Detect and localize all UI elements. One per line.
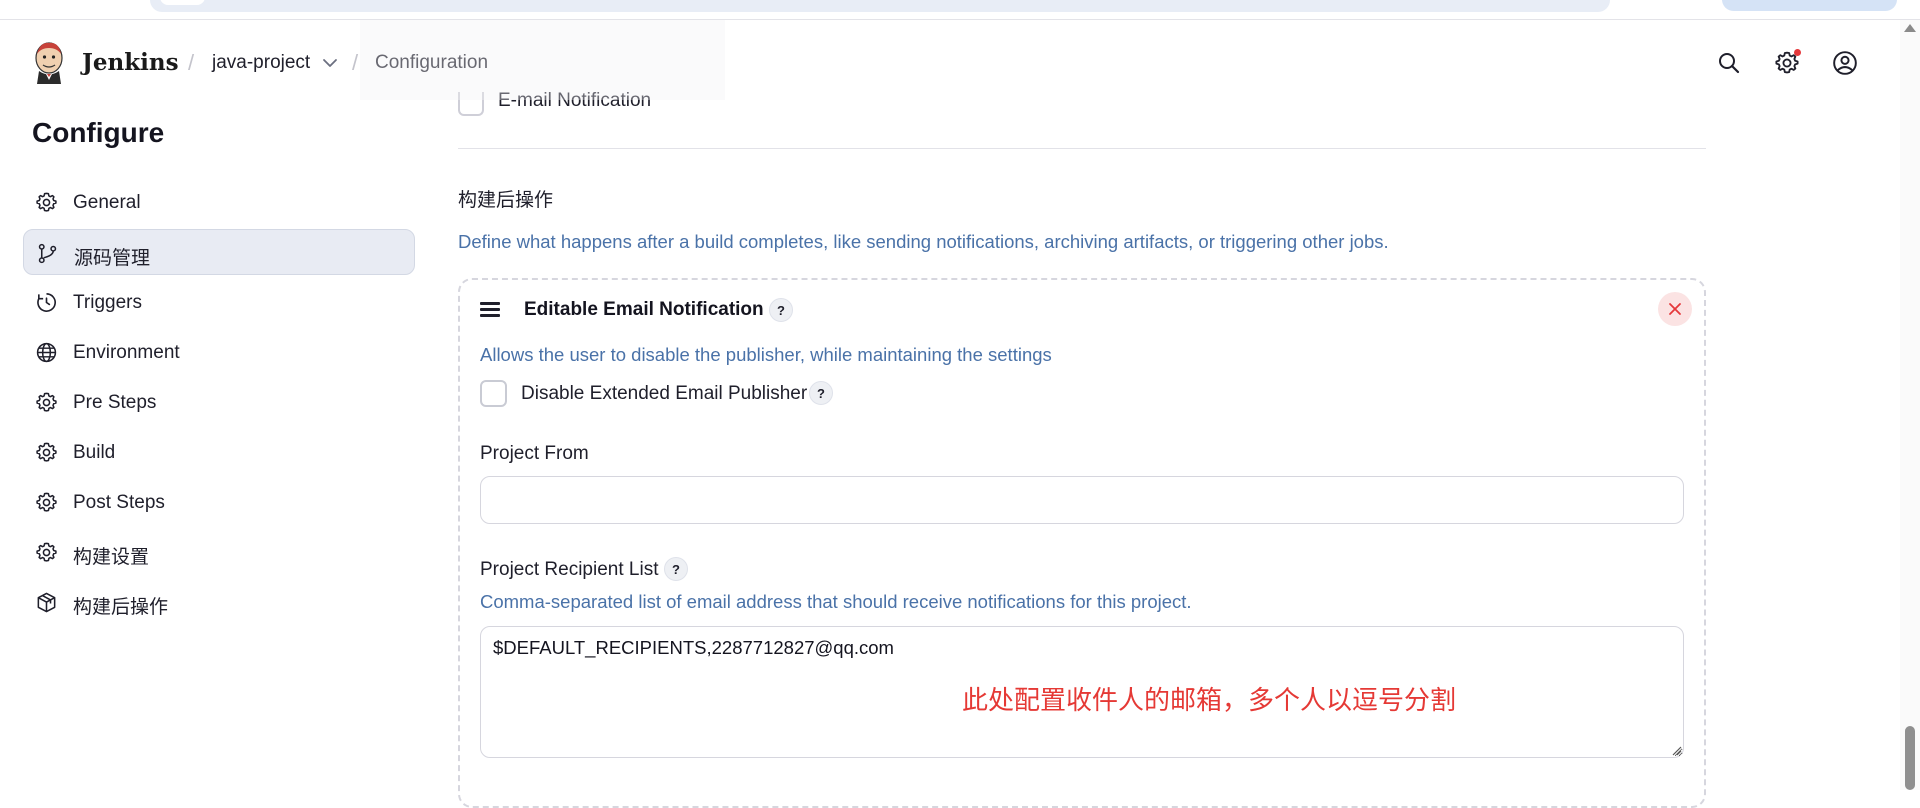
sidebar-item-label: 构建设置 bbox=[73, 547, 150, 568]
project-from-input[interactable] bbox=[480, 476, 1684, 524]
gear-icon bbox=[35, 391, 58, 414]
branch-icon bbox=[36, 242, 59, 265]
page-title: Configure bbox=[32, 117, 165, 148]
sidebar-item-general[interactable]: General bbox=[23, 179, 415, 225]
gear-icon bbox=[35, 441, 58, 464]
sidebar-item-label: General bbox=[73, 192, 141, 213]
resize-handle-icon[interactable] bbox=[1670, 744, 1682, 756]
drag-handle-icon[interactable] bbox=[480, 302, 502, 318]
sidebar-item-label: Pre Steps bbox=[73, 392, 157, 413]
sidebar-item-label: 源码管理 bbox=[74, 248, 151, 269]
recipient-list-description: Comma-separated list of email address th… bbox=[480, 591, 1192, 612]
brand-name[interactable]: Jenkins bbox=[82, 49, 179, 76]
panel-title: Editable Email Notification bbox=[524, 299, 764, 320]
clock-icon bbox=[35, 291, 58, 314]
jenkins-logo[interactable] bbox=[30, 38, 68, 86]
breadcrumb-separator: / bbox=[188, 50, 195, 75]
annotation-text: 此处配置收件人的邮箱，多个人以逗号分割 bbox=[962, 686, 1457, 716]
package-icon bbox=[35, 591, 58, 614]
browser-profile-pill[interactable] bbox=[1722, 0, 1897, 11]
sidebar-item-scm[interactable]: 源码管理 bbox=[23, 229, 415, 275]
remove-publisher-button[interactable] bbox=[1658, 292, 1692, 326]
scroll-up-arrow-icon[interactable] bbox=[1904, 24, 1916, 32]
search-button[interactable] bbox=[1714, 48, 1744, 78]
user-menu-button[interactable] bbox=[1830, 48, 1860, 78]
globe-icon bbox=[35, 341, 58, 364]
recipient-list-label: Project Recipient List bbox=[480, 559, 659, 580]
section-title: 构建后操作 bbox=[458, 190, 554, 211]
sidebar-item-label: Post Steps bbox=[73, 492, 165, 513]
chevron-down-icon[interactable] bbox=[322, 56, 338, 70]
breadcrumb-project[interactable]: java-project bbox=[212, 52, 310, 74]
disable-publisher-label: Disable Extended Email Publisher bbox=[521, 383, 808, 404]
gear-icon bbox=[35, 541, 58, 564]
close-icon bbox=[1669, 303, 1681, 315]
project-from-label: Project From bbox=[480, 443, 589, 464]
header-overlay bbox=[360, 20, 725, 100]
sidebar-item-build[interactable]: Build bbox=[23, 429, 415, 475]
sidebar-item-label: Triggers bbox=[73, 292, 142, 313]
browser-address-bar[interactable] bbox=[150, 0, 1610, 12]
search-icon bbox=[1719, 53, 1740, 74]
notification-dot bbox=[1794, 49, 1801, 56]
sidebar-item-build-settings[interactable]: 构建设置 bbox=[23, 529, 415, 575]
section-divider bbox=[458, 148, 1706, 149]
disable-publisher-checkbox[interactable] bbox=[480, 380, 507, 407]
sidebar-item-triggers[interactable]: Triggers bbox=[23, 279, 415, 325]
recipient-list-help-button[interactable]: ? bbox=[664, 557, 688, 581]
section-description: Define what happens after a build comple… bbox=[458, 231, 1389, 252]
page-scrollbar[interactable] bbox=[1900, 20, 1920, 790]
browser-address-chip bbox=[160, 0, 205, 5]
sidebar-item-label: Environment bbox=[73, 342, 180, 363]
sidebar-item-label: Build bbox=[73, 442, 116, 463]
app-header: Jenkins / java-project / Configuration bbox=[0, 20, 1900, 106]
gear-icon bbox=[35, 491, 58, 514]
sidebar-item-post-steps[interactable]: Post Steps bbox=[23, 479, 415, 525]
scrollbar-thumb[interactable] bbox=[1905, 726, 1915, 790]
user-icon bbox=[1833, 51, 1857, 75]
breadcrumb-separator: / bbox=[352, 50, 359, 75]
disable-publisher-help-button[interactable]: ? bbox=[809, 381, 833, 405]
sidebar-item-post-build[interactable]: 构建后操作 bbox=[23, 579, 415, 625]
sidebar-item-environment[interactable]: Environment bbox=[23, 329, 415, 375]
panel-description: Allows the user to disable the publisher… bbox=[480, 344, 1052, 365]
sidebar-item-label: 构建后操作 bbox=[73, 597, 169, 618]
manage-jenkins-button[interactable] bbox=[1772, 48, 1802, 78]
gear-icon bbox=[35, 191, 58, 214]
panel-help-button[interactable]: ? bbox=[769, 298, 793, 322]
sidebar-item-pre-steps[interactable]: Pre Steps bbox=[23, 379, 415, 425]
